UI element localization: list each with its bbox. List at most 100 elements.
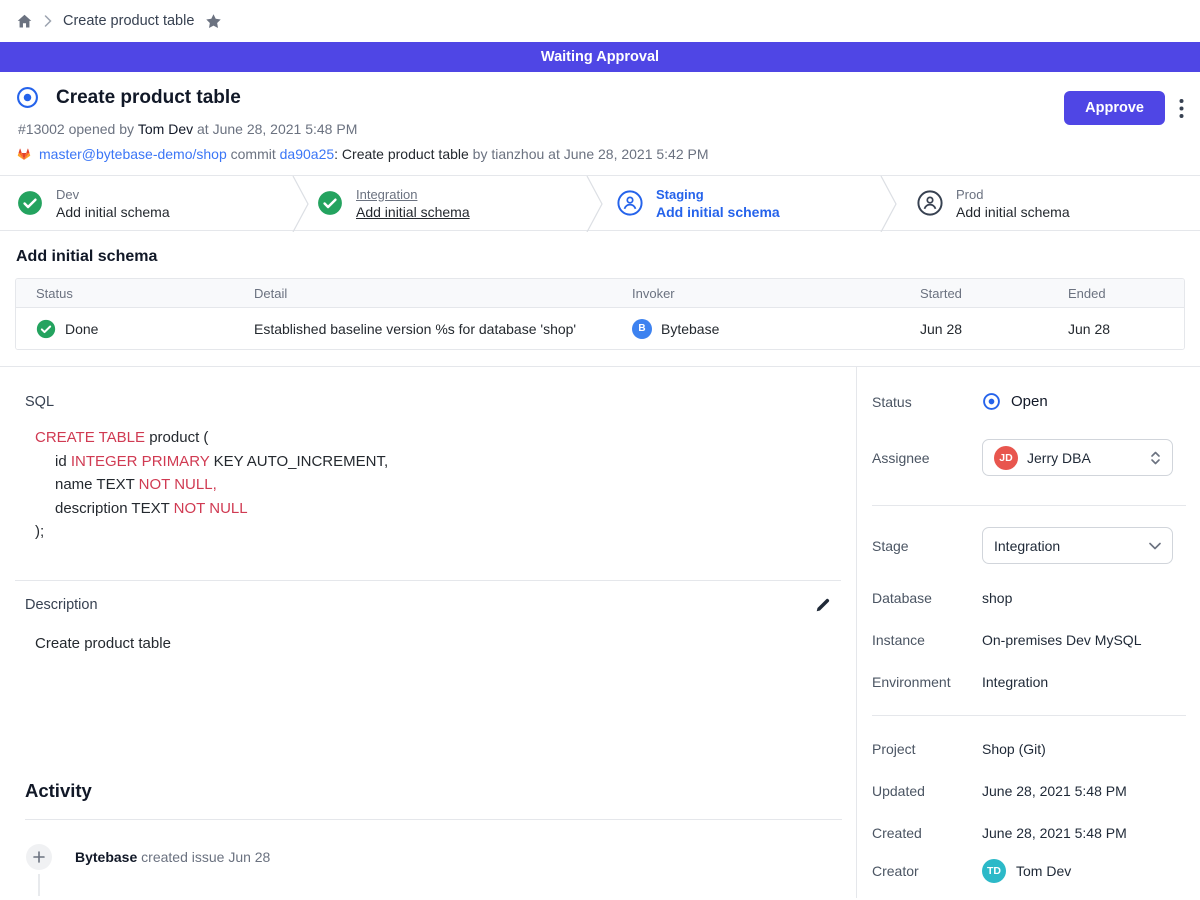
- stage-task-link[interactable]: Add initial schema: [356, 204, 470, 220]
- person-circle-icon: [617, 190, 643, 216]
- commit-line: master@bytebase-demo/shop commit da90a25…: [16, 146, 1184, 162]
- activity-action: created issue Jun 28: [137, 849, 270, 865]
- star-icon[interactable]: [205, 13, 222, 30]
- description-label: Description: [25, 597, 98, 613]
- col-started: Started: [900, 286, 1048, 301]
- edit-pencil-icon[interactable]: [814, 597, 831, 614]
- issue-detail-panel: SQL CREATE TABLE product ( id INTEGER PR…: [0, 367, 857, 898]
- divider: [25, 819, 842, 820]
- project-label: Project: [872, 741, 982, 757]
- commit-word: commit: [227, 146, 280, 162]
- sql-token: name TEXT: [55, 476, 139, 493]
- created-label: Created: [872, 825, 982, 841]
- description-text: Create product table: [35, 635, 856, 652]
- page-title: Create product table: [56, 87, 241, 109]
- stage-select[interactable]: Integration: [982, 527, 1173, 564]
- environment-label: Environment: [872, 674, 982, 690]
- person-circle-icon: [917, 190, 943, 216]
- issue-sidebar: Status Open Assignee JD Jerry DBA Stage: [857, 367, 1200, 898]
- approve-button[interactable]: Approve: [1064, 91, 1165, 125]
- status-open-icon: [982, 392, 1001, 411]
- activity-title: Activity: [25, 780, 856, 802]
- activity-item: Bytebase created issue Jun 28: [26, 844, 856, 870]
- sql-token: CREATE TABLE: [35, 429, 145, 446]
- stage-label: Stage: [872, 538, 982, 554]
- check-circle-icon: [17, 190, 43, 216]
- task-started: Jun 28: [900, 321, 1048, 337]
- divider: [872, 715, 1186, 716]
- col-detail: Detail: [234, 286, 612, 301]
- commit-hash-link[interactable]: da90a25: [280, 146, 335, 162]
- instance-value: On-premises Dev MySQL: [982, 632, 1141, 648]
- chevron-down-icon: [1149, 542, 1161, 550]
- stage-env-label: Prod: [956, 187, 1070, 202]
- issue-header: Create product table #13002 opened by To…: [0, 72, 1200, 175]
- pipeline-stage-dev[interactable]: Dev Add initial schema: [0, 176, 300, 230]
- stage-separator: [586, 176, 604, 232]
- stage-separator: [880, 176, 898, 232]
- pipeline-stage-prod[interactable]: Prod Add initial schema: [900, 176, 1200, 230]
- assignee-avatar: JD: [994, 446, 1018, 470]
- selector-updown-icon: [1150, 450, 1161, 466]
- pipeline-stage-staging[interactable]: Staging Add initial schema: [600, 176, 900, 230]
- stage-env-label: Integration: [356, 187, 470, 202]
- creator-label: Creator: [872, 863, 982, 879]
- breadcrumb-page-title: Create product table: [63, 13, 194, 29]
- kebab-menu-icon[interactable]: [1179, 98, 1184, 119]
- sql-token: product (: [145, 429, 208, 446]
- task-status-text: Done: [65, 321, 98, 337]
- pipeline-stages: Dev Add initial schema Integration Add i…: [0, 175, 1200, 231]
- divider: [15, 580, 841, 581]
- invoker-name: Bytebase: [661, 321, 719, 337]
- approval-banner: Waiting Approval: [0, 42, 1200, 72]
- commit-message: : Create product table: [334, 146, 469, 162]
- check-circle-icon: [317, 190, 343, 216]
- stage-value: Integration: [994, 538, 1060, 554]
- issue-author: Tom Dev: [138, 121, 193, 137]
- status-label: Status: [872, 394, 982, 410]
- task-ended: Jun 28: [1048, 321, 1184, 337]
- assignee-select[interactable]: JD Jerry DBA: [982, 439, 1173, 476]
- timeline-line: [38, 874, 40, 896]
- sql-code-block: CREATE TABLE product ( id INTEGER PRIMAR…: [35, 426, 856, 544]
- sql-token: NOT NULL,: [139, 476, 217, 493]
- stage-task-link[interactable]: Add initial schema: [956, 204, 1070, 220]
- updated-value: June 28, 2021 5:48 PM: [982, 783, 1127, 799]
- stage-task-link[interactable]: Add initial schema: [656, 204, 780, 220]
- task-detail-text: Established baseline version %s for data…: [234, 321, 612, 337]
- branch-repo-link[interactable]: master@bytebase-demo/shop: [39, 146, 227, 162]
- table-row: Done Established baseline version %s for…: [16, 308, 1184, 349]
- stage-task-link[interactable]: Add initial schema: [56, 204, 170, 220]
- instance-label: Instance: [872, 632, 982, 648]
- stage-env-label: Staging: [656, 187, 780, 202]
- issue-number: #13002 opened by: [18, 121, 138, 137]
- plus-icon: [26, 844, 52, 870]
- sql-token: id: [55, 453, 71, 470]
- issue-opened-at: at June 28, 2021 5:48 PM: [193, 121, 357, 137]
- stage-separator: [292, 176, 310, 232]
- updated-label: Updated: [872, 783, 982, 799]
- breadcrumb: Create product table: [0, 0, 1200, 42]
- stage-env-label: Dev: [56, 187, 170, 202]
- task-table: Status Detail Invoker Started Ended Done…: [15, 278, 1185, 350]
- divider: [872, 505, 1186, 506]
- home-icon[interactable]: [16, 13, 33, 30]
- assignee-label: Assignee: [872, 450, 982, 466]
- created-value: June 28, 2021 5:48 PM: [982, 825, 1127, 841]
- col-invoker: Invoker: [612, 286, 900, 301]
- invoker-avatar: B: [632, 319, 652, 339]
- issue-open-icon: [16, 86, 39, 109]
- environment-value: Integration: [982, 674, 1048, 690]
- sql-token: KEY AUTO_INCREMENT,: [209, 453, 388, 470]
- status-value: Open: [1011, 393, 1048, 410]
- sql-token: NOT NULL: [174, 500, 248, 517]
- gitlab-icon: [16, 146, 32, 162]
- database-label: Database: [872, 590, 982, 606]
- sql-token: );: [35, 523, 44, 540]
- activity-actor: Bytebase: [75, 849, 137, 865]
- issue-meta: #13002 opened by Tom Dev at June 28, 202…: [18, 121, 1184, 137]
- assignee-value: Jerry DBA: [1027, 450, 1091, 466]
- sql-token: description TEXT: [55, 500, 174, 517]
- pipeline-stage-integration[interactable]: Integration Add initial schema: [300, 176, 600, 230]
- sql-label: SQL: [25, 394, 856, 410]
